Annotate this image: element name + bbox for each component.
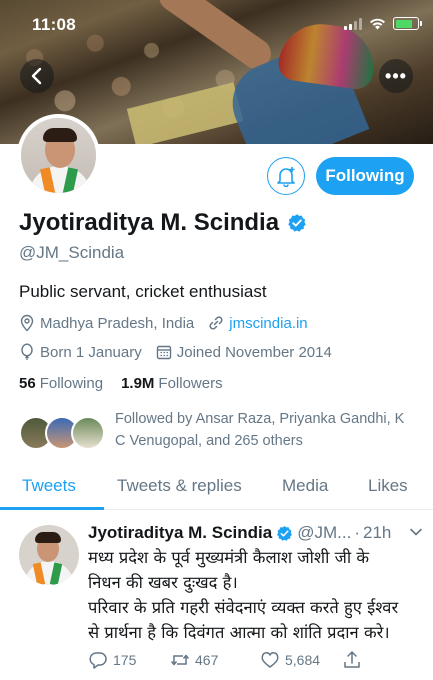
reply-count: 175 [113,652,137,668]
tweet-text: मध्य प्रदेश के पूर्व मुख्यमंत्री कैलाश ज… [88,545,423,645]
reply-button[interactable]: 175 [88,650,136,670]
tab-tweets-and-replies[interactable]: Tweets & replies [117,476,242,496]
tweet-text-line: से प्रार्थना है कि दिवंगत आत्मा को शांति… [88,623,390,642]
tweet[interactable]: Jyotiraditya M. Scindia @JM... · 21h मध्… [0,511,433,680]
profile-meta-row-1: Madhya Pradesh, India jmscindia.in [19,314,308,332]
status-bar: 11:08 [0,0,433,44]
followed-by-avatars [19,416,105,452]
profile-name: Jyotiraditya M. Scindia [19,209,280,236]
link-icon [209,316,223,330]
tweet-author-handle: @JM... [297,523,352,542]
location-text: Madhya Pradesh, India [40,314,195,332]
location-item: Madhya Pradesh, India [19,314,194,332]
tab-media[interactable]: Media [282,476,328,496]
more-options-button[interactable]: ••• [379,59,413,93]
tweet-time: 21h [363,523,392,542]
follow-stats: 56 Following 1.9M Followers [19,375,223,392]
share-icon [344,651,360,668]
like-button[interactable]: 5,684 [260,650,320,670]
tweet-header: Jyotiraditya M. Scindia @JM... · 21h [88,523,423,543]
active-tab-indicator [0,507,104,510]
chevron-down-icon[interactable] [409,525,423,539]
tab-likes[interactable]: Likes [368,476,408,496]
profile-meta-row-2: Born 1 January Joined November 2014 [19,343,332,361]
tweet-actions: 175 467 5,684 [88,650,378,672]
heart-icon [261,652,279,668]
profile-handle: @JM_Scindia [19,243,125,262]
profile-tabs: Tweets Tweets & replies Media Likes [0,470,433,510]
followed-by-text: Followed by Ansar Raza, Priyanka Gandhi,… [115,411,405,449]
retweet-button[interactable]: 467 [170,650,218,670]
location-pin-icon [20,314,34,332]
wifi-icon [370,18,385,29]
profile-bio: Public servant, cricket enthusiast [19,282,267,301]
status-icons [344,17,422,30]
tweet-avatar[interactable] [19,525,79,585]
profile-name-row: Jyotiraditya M. Scindia [19,209,307,237]
following-stat[interactable]: 56 Following [19,375,103,392]
retweet-icon [170,654,190,666]
verified-badge-icon [277,525,293,541]
tweet-separator: · [354,523,360,542]
profile-avatar[interactable] [17,114,100,197]
birthday-text: Born 1 January [40,343,142,361]
verified-badge-icon [288,214,306,232]
retweet-count: 467 [195,652,219,668]
calendar-icon [156,345,171,360]
chevron-left-icon [31,67,42,85]
tweet-text-line: मध्य प्रदेश के पूर्व मुख्यमंत्री कैलाश ज… [88,548,370,567]
notifications-button[interactable] [267,157,305,195]
joined-text: Joined November 2014 [176,343,332,361]
birthday-item: Born 1 January [19,343,142,361]
share-button[interactable] [342,650,362,670]
tab-tweets[interactable]: Tweets [22,476,76,496]
bell-plus-icon [277,167,295,187]
ellipsis-icon: ••• [385,65,407,86]
followed-by-section[interactable]: Followed by Ansar Raza, Priyanka Gandhi,… [19,408,419,456]
tweet-text-line: परिवार के प्रति गहरी संवेदनाएं व्यक्त कर… [88,598,399,617]
followers-stat[interactable]: 1.9M Followers [121,375,223,392]
website-link[interactable]: jmscindia.in [229,315,307,332]
website-item[interactable]: jmscindia.in [208,315,308,332]
reply-icon [89,652,107,669]
follower-avatar [71,416,105,450]
balloon-icon [21,343,33,360]
joined-item: Joined November 2014 [156,344,332,361]
battery-icon [393,17,422,30]
following-button[interactable]: Following [316,157,414,195]
back-button[interactable] [20,59,54,93]
cellular-signal-icon [344,17,362,30]
tweet-text-line: निधन की खबर दुःखद है। [88,573,238,592]
tweet-author-name[interactable]: Jyotiraditya M. Scindia [88,523,272,543]
like-count: 5,684 [285,652,321,668]
status-time: 11:08 [32,15,77,34]
